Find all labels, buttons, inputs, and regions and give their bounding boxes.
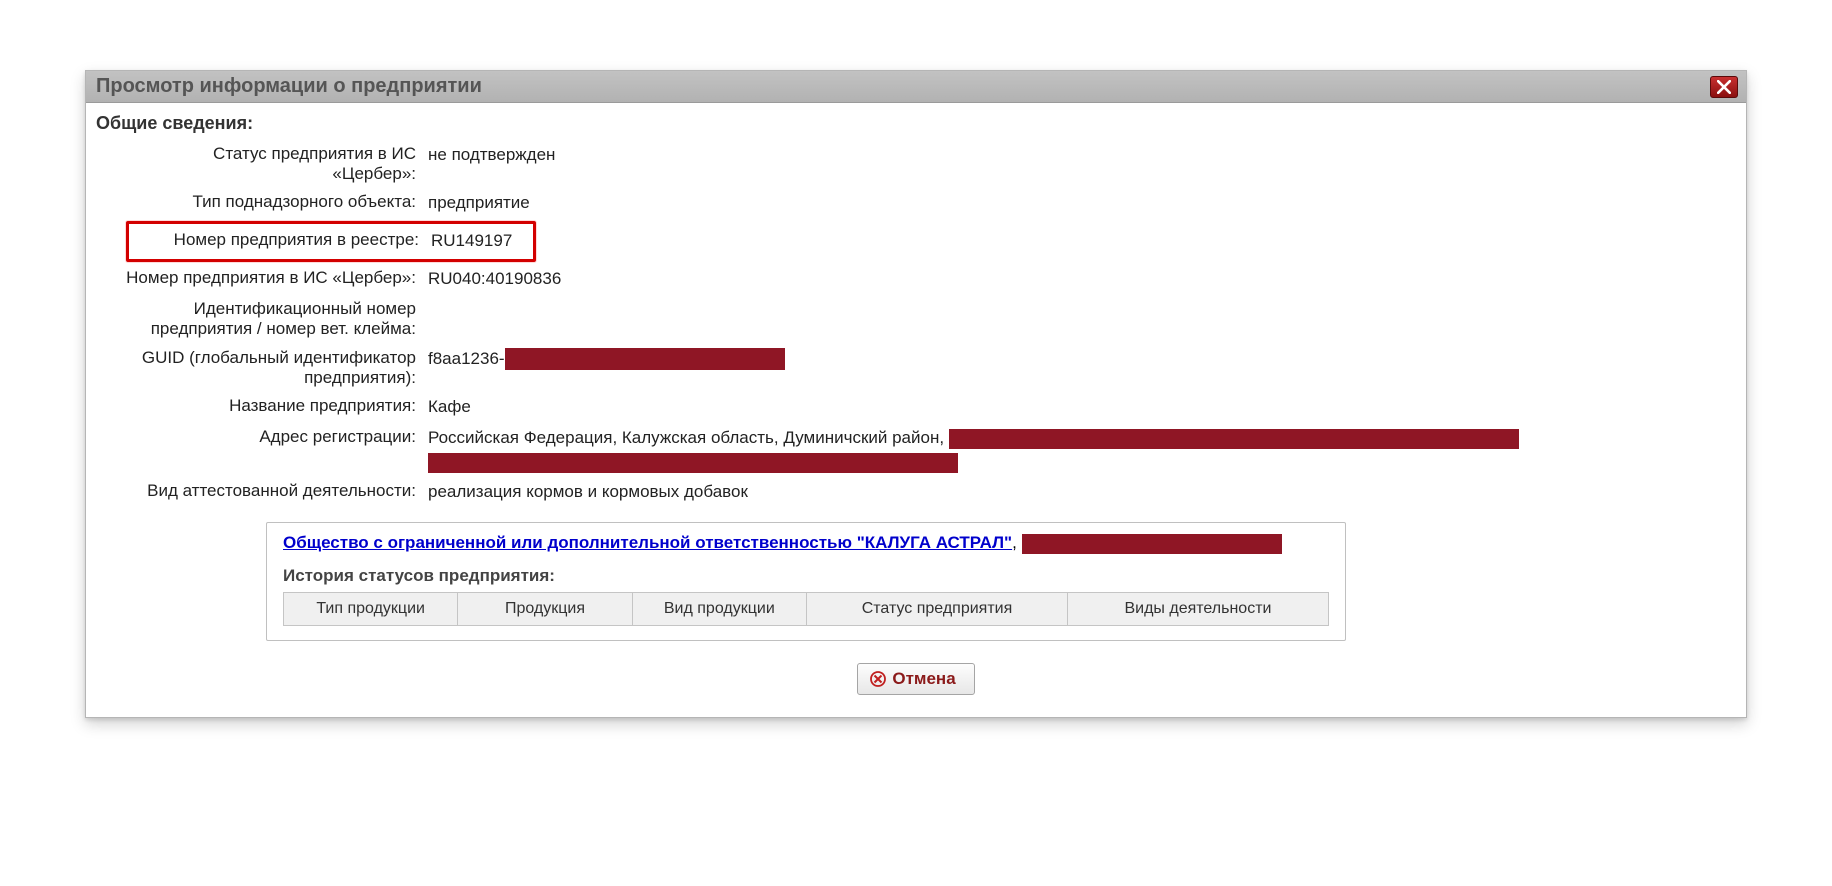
redacted-address-2 xyxy=(428,453,958,473)
entity-link[interactable]: Общество с ограниченной или дополнительн… xyxy=(283,533,1012,552)
field-value: предприятие xyxy=(426,192,1706,215)
field-status: Статус предприятия в ИС «Цербер»: не под… xyxy=(126,140,1706,188)
col-status: Статус предприятия xyxy=(807,593,1068,625)
window-title: Просмотр информации о предприятии xyxy=(96,75,1710,98)
col-product-type: Тип продукции xyxy=(284,593,458,625)
guid-prefix: f8aa1236- xyxy=(428,349,505,368)
field-company-name: Название предприятия: Кафе xyxy=(126,392,1706,423)
field-registry-number: Номер предприятия в реестре: RU149197 xyxy=(126,221,536,262)
col-activity-types: Виды деятельности xyxy=(1068,593,1328,625)
cancel-button[interactable]: Отмена xyxy=(857,663,974,695)
entity-row: Общество с ограниченной или дополнительн… xyxy=(283,533,1329,560)
redacted-guid xyxy=(505,348,785,370)
field-label: Тип поднадзорного объекта: xyxy=(126,192,426,212)
field-value: RU040:40190836 xyxy=(426,268,1706,291)
field-label: Вид аттестованной деятельности: xyxy=(126,481,426,501)
field-label: Название предприятия: xyxy=(126,396,426,416)
field-ident-number: Идентификационный номерпредприятия / ном… xyxy=(126,295,1706,344)
entity-subbox: Общество с ограниченной или дополнительн… xyxy=(266,522,1346,641)
section-title: Общие сведения: xyxy=(96,109,1736,140)
cancel-icon xyxy=(870,671,886,687)
field-value: не подтвержден xyxy=(426,144,1706,167)
footer: Отмена xyxy=(126,641,1706,695)
field-value: Российская Федерация, Калужская область,… xyxy=(426,427,1706,473)
modal-body: Общие сведения: Статус предприятия в ИС … xyxy=(86,103,1746,717)
redacted-address-1 xyxy=(949,429,1519,449)
field-label: Номер предприятия в ИС «Цербер»: xyxy=(126,268,426,288)
address-prefix: Российская Федерация, Калужская область,… xyxy=(428,428,949,447)
field-label: Идентификационный номерпредприятия / ном… xyxy=(126,299,426,340)
field-label: Номер предприятия в реестре: xyxy=(129,230,429,250)
modal-window: Просмотр информации о предприятии Общие … xyxy=(85,70,1747,718)
history-title: История статусов предприятия: xyxy=(283,560,1329,592)
close-icon xyxy=(1717,80,1731,94)
cancel-label: Отмена xyxy=(892,669,955,689)
field-address: Адрес регистрации: Российская Федерация,… xyxy=(126,423,1706,477)
field-value: реализация кормов и кормовых добавок xyxy=(426,481,1706,504)
field-type: Тип поднадзорного объекта: предприятие xyxy=(126,188,1706,219)
col-product-kind: Вид продукции xyxy=(633,593,807,625)
field-guid: GUID (глобальный идентификаторпредприяти… xyxy=(126,344,1706,393)
history-table-header: Тип продукции Продукция Вид продукции Ст… xyxy=(283,592,1329,626)
field-value: f8aa1236- xyxy=(426,348,1706,371)
title-bar: Просмотр информации о предприятии xyxy=(86,71,1746,103)
redacted-entity xyxy=(1022,534,1282,554)
field-cerber-number: Номер предприятия в ИС «Цербер»: RU040:4… xyxy=(126,264,1706,295)
field-activity: Вид аттестованной деятельности: реализац… xyxy=(126,477,1706,508)
fields-block: Статус предприятия в ИС «Цербер»: не под… xyxy=(96,140,1736,695)
field-label: GUID (глобальный идентификаторпредприяти… xyxy=(126,348,426,389)
field-value: Кафе xyxy=(426,396,1706,419)
comma: , xyxy=(1012,533,1017,552)
field-value: RU149197 xyxy=(429,230,533,253)
close-button[interactable] xyxy=(1710,76,1738,98)
col-product: Продукция xyxy=(458,593,632,625)
field-label: Адрес регистрации: xyxy=(126,427,426,447)
field-label: Статус предприятия в ИС «Цербер»: xyxy=(126,144,426,184)
